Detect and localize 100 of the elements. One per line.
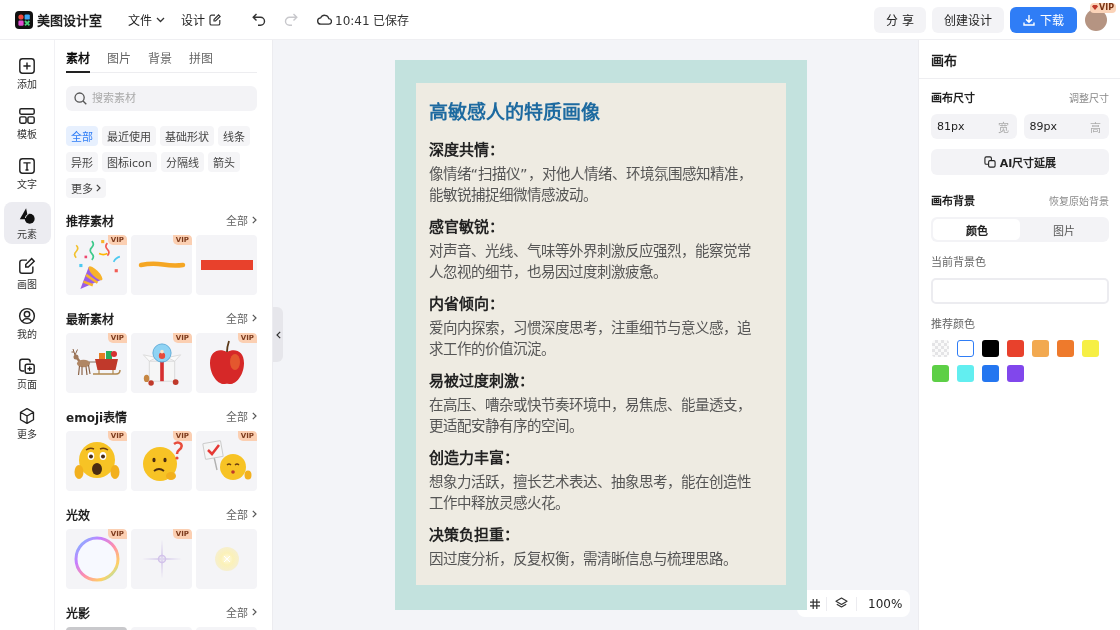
color-swatch[interactable]	[1057, 340, 1074, 357]
reset-background-link[interactable]: 恢复原始背景	[1049, 192, 1109, 208]
chevron-right-icon	[252, 510, 257, 518]
text-icon	[18, 157, 36, 175]
color-swatch[interactable]	[1007, 365, 1024, 382]
file-menu-button[interactable]: 文件	[126, 7, 167, 32]
transparent-swatch[interactable]	[932, 340, 949, 357]
section-text: 对声音、光线、气味等外界刺激反应强烈，能察觉常人忽视的细节，也易因过度刺激疲惫。	[428, 242, 751, 282]
stripe-drawing	[200, 260, 253, 270]
design-frame[interactable]	[394, 60, 807, 610]
sidebar-item[interactable]: 模板	[3, 102, 51, 144]
design-name-button[interactable]: 设计	[179, 7, 223, 32]
section-heading: 内省倾向：	[428, 294, 505, 315]
filter-chip[interactable]: 分隔线	[160, 152, 204, 172]
view-all-link[interactable]: 全部	[226, 408, 257, 424]
color-swatch[interactable]	[1032, 340, 1049, 357]
color-swatch[interactable]	[1082, 340, 1099, 357]
size-field[interactable]: 81px 宽	[931, 114, 1017, 139]
edit-icon	[18, 257, 36, 275]
panel-tab[interactable]: 图片	[107, 51, 131, 73]
chevron-down-icon	[156, 16, 165, 23]
cube-icon	[18, 407, 36, 425]
asset-tile[interactable]	[196, 529, 257, 589]
color-swatch[interactable]	[957, 340, 974, 357]
section-text: 像情绪“扫描仪”，对他人情绪、环境氛围感知精准，能敏锐捕捉细微情感波动。	[428, 165, 752, 205]
sidebar-item[interactable]: 我的	[3, 302, 51, 344]
search-field[interactable]: 搜索素材	[66, 86, 257, 111]
view-all-link[interactable]: 全部	[226, 310, 257, 326]
resize-link[interactable]: 调整尺寸	[1069, 89, 1109, 105]
panel-tab[interactable]: 素材	[66, 51, 90, 73]
size-field[interactable]: 89px 高	[1023, 114, 1109, 139]
unit-label: 宽	[997, 120, 1009, 135]
grid-icon	[810, 598, 820, 609]
section-heading: 创造力丰富：	[428, 448, 520, 469]
unit-label: 高	[1090, 120, 1101, 135]
zoom-level-button[interactable]: 100%	[862, 593, 903, 614]
section-text: 爱向内探索，习惯深度思考，注重细节与意义感，追求工作的价值沉淀。	[428, 319, 751, 359]
panel-tab[interactable]: 拼图	[189, 51, 213, 73]
sidebar-item[interactable]: 添加	[3, 52, 51, 94]
section-text: 想象力活跃，擅长艺术表达、抽象思考，能在创造性工作中释放灵感火花。	[428, 473, 751, 513]
asset-tile[interactable]	[196, 235, 257, 295]
filter-chip[interactable]: 线条	[218, 126, 250, 146]
mode-tab[interactable]: 颜色	[933, 219, 1020, 240]
chevron-left-icon	[275, 330, 281, 339]
more-chip[interactable]: 更多	[66, 178, 106, 198]
ai-resize-button[interactable]: AI尺寸延展	[931, 149, 1109, 175]
user-icon	[18, 307, 36, 325]
redo-icon	[284, 13, 298, 26]
color-swatch[interactable]	[982, 340, 999, 357]
sidebar-item[interactable]: 页面	[3, 352, 51, 394]
face-with-sign-drawing	[201, 440, 252, 482]
mode-tab[interactable]: 图片	[1020, 219, 1107, 240]
search-icon	[74, 92, 87, 105]
color-swatch[interactable]	[957, 365, 974, 382]
save-status: 10:41 已保存	[335, 13, 410, 28]
section-heading: 深度共情：	[428, 140, 505, 161]
resize-icon	[983, 156, 996, 168]
section-label: 画布尺寸	[931, 90, 975, 105]
panel-tab[interactable]: 背景	[148, 51, 172, 73]
chevron-right-icon	[252, 314, 257, 322]
layers-icon	[834, 597, 848, 610]
reindeer-sleigh-drawing	[70, 348, 123, 378]
shapes-icon	[18, 207, 36, 225]
collapse-handle[interactable]	[273, 307, 283, 362]
sidebar-item[interactable]: 画图	[3, 252, 51, 294]
chevron-right-icon	[252, 608, 257, 616]
filter-chip[interactable]: 最近使用	[102, 126, 156, 146]
action-button[interactable]: 创建设计	[932, 6, 1004, 33]
filter-chip[interactable]: 异形	[66, 152, 98, 172]
filter-chip[interactable]: 箭头	[207, 152, 240, 172]
filter-chip[interactable]: 基础形状	[160, 126, 214, 146]
party-popper-drawing	[71, 239, 122, 291]
cloud-icon	[317, 14, 332, 25]
filter-chip[interactable]: 图标icon	[102, 152, 157, 172]
vip-badge: VIP	[1089, 2, 1116, 13]
section-title: 光影	[66, 605, 90, 621]
view-all-link[interactable]: 全部	[226, 604, 257, 620]
sidebar-item[interactable]: 元素	[3, 202, 51, 244]
design-title: 高敏感人的特质画像	[428, 100, 601, 125]
field-label: 当前背景色	[931, 255, 987, 271]
section-text: 在高压、嘈杂或快节奏环境中，易焦虑、能量透支，更适配安静有序的空间。	[428, 396, 751, 436]
chevron-right-icon	[96, 184, 101, 192]
action-button[interactable]: 分 享	[874, 6, 926, 33]
color-swatch[interactable]	[1007, 340, 1024, 357]
glow-drawing	[214, 547, 239, 571]
download-icon	[1023, 13, 1035, 26]
diamond-icon	[1091, 5, 1098, 10]
color-swatch[interactable]	[932, 365, 949, 382]
view-all-link[interactable]: 全部	[226, 212, 257, 228]
chevron-right-icon	[252, 216, 257, 224]
view-all-link[interactable]: 全部	[226, 506, 257, 522]
bubble-drawing	[73, 536, 120, 582]
download-button[interactable]: 下载	[1010, 6, 1077, 33]
sidebar-item[interactable]: 更多	[3, 402, 51, 444]
field-label: 推荐颜色	[931, 317, 976, 333]
sidebar-item[interactable]: 文字	[3, 152, 51, 194]
filter-chip[interactable]: 全部	[66, 126, 98, 146]
color-swatch[interactable]	[982, 365, 999, 382]
panel-title: 画布	[919, 40, 1120, 79]
section-label: 画布背景	[931, 193, 975, 208]
